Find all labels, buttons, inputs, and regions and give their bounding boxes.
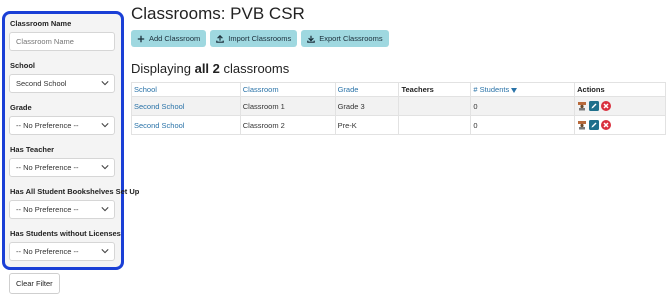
school-link[interactable]: Second School [134, 121, 184, 130]
edit-icon[interactable] [589, 120, 600, 130]
result-count-number: all 2 [194, 61, 220, 76]
page-title: Classrooms: PVB CSR [131, 4, 305, 23]
cell-teachers [398, 96, 472, 116]
school-select-value: Second School [16, 79, 67, 88]
classroom-name-label: Classroom Name [10, 19, 72, 28]
school-link[interactable]: Second School [134, 102, 184, 111]
add-classroom-button[interactable]: Add Classroom [131, 30, 207, 47]
column-header-students-label: # Students [473, 85, 510, 94]
has-teacher-select-value: -- No Preference -- [16, 163, 79, 172]
delete-icon[interactable] [601, 101, 612, 111]
licenses-label: Has Students without Licenses [10, 229, 121, 238]
sort-down-icon [511, 87, 518, 93]
upload-icon [216, 34, 225, 43]
classroom-name-input[interactable] [9, 32, 115, 51]
cell-students: 0 [470, 96, 576, 116]
has-teacher-select[interactable]: -- No Preference -- [9, 158, 115, 177]
bookshelves-select[interactable]: -- No Preference -- [9, 200, 115, 219]
cell-classroom: Classroom 2 [239, 115, 336, 135]
clear-filter-button[interactable]: Clear Filter [9, 273, 60, 294]
import-classrooms-label: Import Classrooms [228, 34, 292, 43]
cell-classroom: Classroom 1 [239, 96, 336, 116]
chevron-down-icon [101, 207, 109, 212]
grade-select-value: -- No Preference -- [16, 121, 79, 130]
teacher-icon[interactable] [577, 120, 587, 130]
classrooms-table: School Classroom Grade Teachers # Studen… [131, 82, 666, 135]
cell-school: Second School [131, 96, 241, 116]
delete-icon[interactable] [601, 120, 612, 130]
cell-students: 0 [470, 115, 576, 135]
import-classrooms-button[interactable]: Import Classrooms [210, 30, 298, 47]
row-actions [577, 120, 663, 130]
row-actions [577, 101, 663, 111]
column-header-teachers: Teachers [398, 82, 472, 97]
chevron-down-icon [101, 81, 109, 86]
cell-actions [574, 115, 666, 135]
cell-school: Second School [131, 115, 241, 135]
column-header-grade[interactable]: Grade [334, 82, 400, 97]
result-count: Displaying all 2 classrooms [131, 61, 289, 76]
cell-teachers [398, 115, 472, 135]
bookshelves-select-value: -- No Preference -- [16, 205, 79, 214]
chevron-down-icon [101, 165, 109, 170]
filter-sidebar: Classroom Name School Second School Grad… [2, 11, 140, 294]
cell-actions [574, 96, 666, 116]
licenses-select-value: -- No Preference -- [16, 247, 79, 256]
column-header-school[interactable]: School [131, 82, 241, 97]
teacher-icon[interactable] [577, 101, 587, 111]
school-select[interactable]: Second School [9, 74, 115, 93]
table-row: Second School Classroom 1 Grade 3 0 [131, 96, 666, 116]
table-row: Second School Classroom 2 Pre-K 0 [131, 115, 666, 135]
result-count-suffix: classrooms [219, 61, 290, 76]
has-teacher-label: Has Teacher [10, 145, 55, 154]
plus-icon [137, 35, 145, 42]
column-header-actions: Actions [574, 82, 666, 97]
column-header-classroom[interactable]: Classroom [239, 82, 336, 97]
cell-grade: Grade 3 [334, 96, 400, 116]
export-classrooms-label: Export Classrooms [319, 34, 383, 43]
edit-icon[interactable] [589, 101, 600, 111]
grade-select[interactable]: -- No Preference -- [9, 116, 115, 135]
result-count-prefix: Displaying [131, 61, 195, 76]
licenses-select[interactable]: -- No Preference -- [9, 242, 115, 261]
chevron-down-icon [101, 249, 109, 254]
bookshelves-label: Has All Student Bookshelves Set Up [10, 187, 140, 196]
chevron-down-icon [101, 123, 109, 128]
cell-grade: Pre-K [334, 115, 400, 135]
school-label: School [10, 61, 36, 70]
column-header-students[interactable]: # Students [470, 82, 576, 97]
download-icon [307, 35, 316, 43]
toolbar: Add Classroom Import Classrooms Export C… [131, 30, 389, 47]
add-classroom-label: Add Classroom [149, 34, 201, 43]
grade-label: Grade [10, 103, 32, 112]
export-classrooms-button[interactable]: Export Classrooms [301, 30, 389, 47]
